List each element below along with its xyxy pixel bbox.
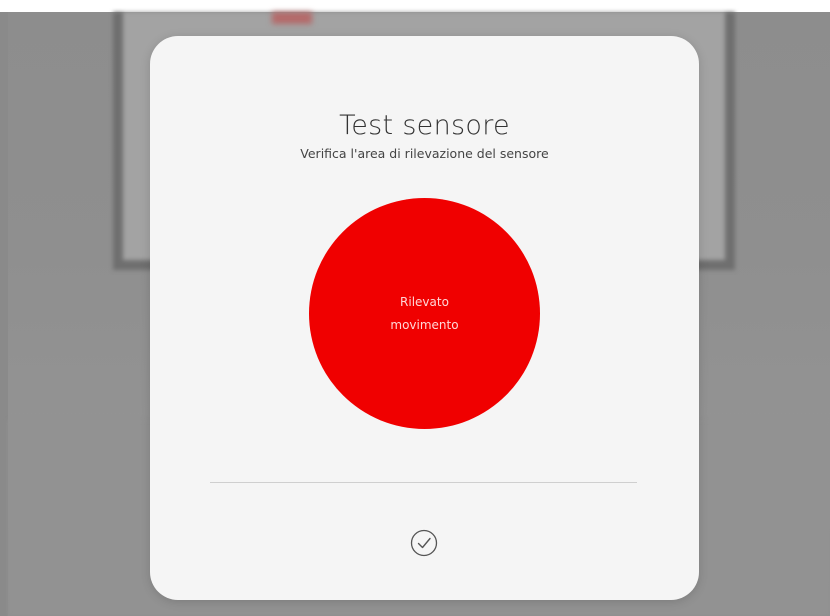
- checkmark-circle-icon: [410, 529, 438, 557]
- background-red-hint: [272, 12, 312, 24]
- status-label-line2: movimento: [390, 317, 459, 332]
- dialog-subtitle: Verifica l'area di rilevazione del senso…: [300, 146, 549, 161]
- divider: [210, 482, 637, 483]
- motion-status-indicator[interactable]: Rilevato movimento: [309, 198, 540, 429]
- screen: Test sensore Verifica l'area di rilevazi…: [0, 0, 830, 616]
- dialog-title: Test sensore: [339, 110, 510, 141]
- confirm-button[interactable]: [407, 526, 441, 560]
- status-label-line1: Rilevato: [400, 294, 449, 309]
- background-top-edge: [0, 0, 830, 12]
- sensor-test-dialog: Test sensore Verifica l'area di rilevazi…: [150, 36, 699, 600]
